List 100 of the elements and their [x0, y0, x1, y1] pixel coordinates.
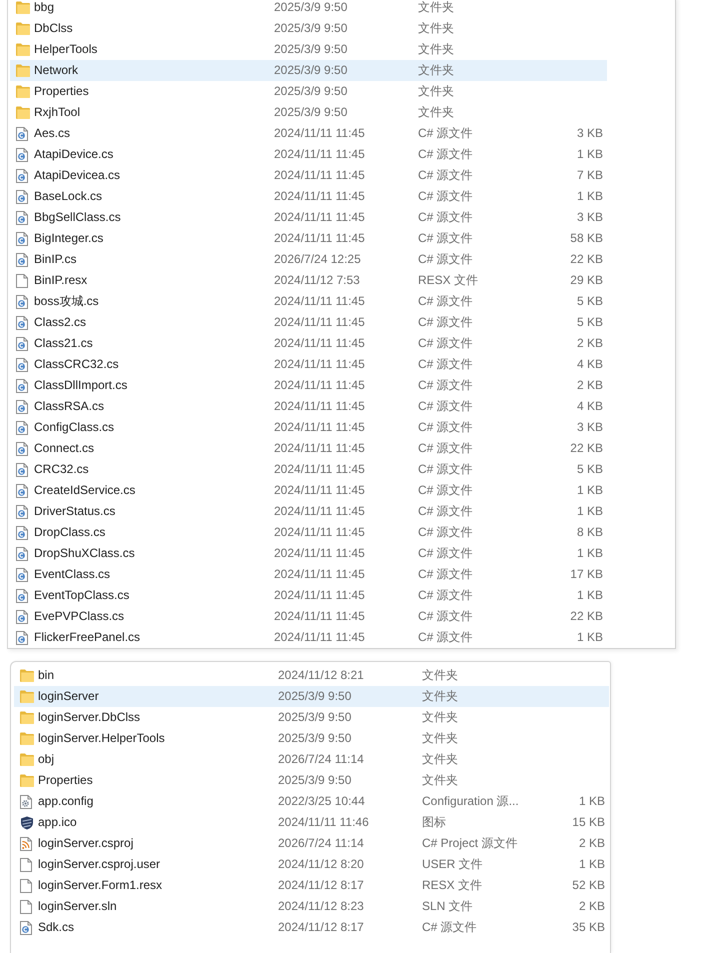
file-name: app.config [38, 793, 94, 810]
file-row[interactable]: loginServer.csproj.user 2024/11/12 8:20 USER 文件 1 KB [14, 854, 609, 875]
shield-icon [20, 816, 34, 830]
file-size: 2 KB [578, 835, 605, 852]
c-file-icon [16, 400, 28, 414]
file-type: 文件夹 [422, 772, 458, 789]
file-type: 文件夹 [418, 41, 454, 58]
file-row[interactable]: BinIP.cs 2026/7/24 12:25 C# 源文件 22 KB [10, 249, 607, 270]
c-file-icon [16, 420, 28, 434]
file-size: 1 KB [576, 503, 603, 520]
c-file-icon [16, 126, 28, 140]
file-size: 52 KB [572, 877, 605, 894]
folder-icon [16, 85, 30, 98]
file-row[interactable]: Class21.cs 2024/11/11 11:45 C# 源文件 2 KB [10, 333, 607, 354]
file-size: 5 KB [576, 461, 603, 478]
file-row[interactable]: BbgSellClass.cs 2024/11/11 11:45 C# 源文件 3 KB [10, 207, 607, 228]
c-file-icon [16, 378, 28, 392]
file-row[interactable]: Network 2025/3/9 9:50 文件夹 [10, 60, 607, 81]
file-row[interactable]: ConfigClass.cs 2024/11/11 11:45 C# 源文件 3 KB [10, 417, 607, 438]
file-name: Sdk.cs [38, 919, 74, 936]
file-row[interactable]: ClassRSA.cs 2024/11/11 11:45 C# 源文件 4 KB [10, 396, 607, 417]
folder-icon [20, 711, 34, 724]
modified-date: 2025/3/9 9:50 [274, 41, 348, 58]
file-row[interactable]: loginServer 2025/3/9 9:50 文件夹 [14, 686, 609, 707]
file-name: Class2.cs [34, 314, 86, 331]
file-row[interactable]: FlickerFreePanel.cs 2024/11/11 11:45 C# 源文件 1 KB [10, 627, 607, 648]
file-size: 58 KB [570, 230, 603, 247]
file-row[interactable]: EvePVPClass.cs 2024/11/11 11:45 C# 源文件 22 KB [10, 606, 607, 627]
modified-date: 2024/11/11 11:45 [274, 377, 365, 394]
file-row[interactable]: CreateIdService.cs 2024/11/11 11:45 C# 源文件 1 KB [10, 480, 607, 501]
file-size: 1 KB [576, 629, 603, 646]
file-name: DbClss [34, 20, 73, 37]
file-name: CRC32.cs [34, 461, 89, 478]
file-name: AtapiDevicea.cs [34, 167, 120, 184]
file-row[interactable]: loginServer.HelperTools 2025/3/9 9:50 文件夹 [14, 728, 609, 749]
file-row[interactable]: boss攻城.cs 2024/11/11 11:45 C# 源文件 5 KB [10, 291, 607, 312]
file-row[interactable]: BinIP.resx 2024/11/12 7:53 RESX 文件 29 KB [10, 270, 607, 291]
file-row[interactable]: loginServer.sln 2024/11/12 8:23 SLN 文件 2 KB [14, 896, 609, 917]
file-row[interactable]: DropShuXClass.cs 2024/11/11 11:45 C# 源文件 1 KB [10, 543, 607, 564]
modified-date: 2024/11/11 11:45 [274, 440, 365, 457]
file-row[interactable]: Class2.cs 2024/11/11 11:45 C# 源文件 5 KB [10, 312, 607, 333]
file-row[interactable]: DriverStatus.cs 2024/11/11 11:45 C# 源文件 1 KB [10, 501, 607, 522]
file-name: app.ico [38, 814, 77, 831]
modified-date: 2025/3/9 9:50 [278, 709, 352, 726]
modified-date: 2024/11/11 11:45 [274, 545, 365, 562]
file-row[interactable]: Aes.cs 2024/11/11 11:45 C# 源文件 3 KB [10, 123, 607, 144]
file-name: BinIP.cs [34, 251, 76, 268]
modified-date: 2024/11/12 8:23 [278, 898, 364, 915]
file-size: 4 KB [576, 356, 603, 373]
file-row[interactable]: BigInteger.cs 2024/11/11 11:45 C# 源文件 58 KB [10, 228, 607, 249]
file-name: HelperTools [34, 41, 98, 58]
file-row[interactable]: ClassDllImport.cs 2024/11/11 11:45 C# 源文件 2 KB [10, 375, 607, 396]
modified-date: 2025/3/9 9:50 [274, 104, 348, 121]
file-row[interactable]: RxjhTool 2025/3/9 9:50 文件夹 [10, 102, 607, 123]
c-file-icon [20, 920, 32, 934]
modified-date: 2024/11/11 11:45 [274, 398, 365, 415]
file-row[interactable]: AtapiDevicea.cs 2024/11/11 11:45 C# 源文件 7 KB [10, 165, 607, 186]
file-row[interactable]: EventTopClass.cs 2024/11/11 11:45 C# 源文件 1 KB [10, 585, 607, 606]
file-size: 22 KB [570, 251, 603, 268]
file-row[interactable]: loginServer.csproj 2026/7/24 11:14 C# Project 源文件 2 KB [14, 833, 609, 854]
file-name: Class21.cs [34, 335, 93, 352]
file-size: 22 KB [570, 440, 603, 457]
file-row[interactable]: app.ico 2024/11/11 11:46 图标 15 KB [14, 812, 609, 833]
blank-file-icon [20, 858, 32, 872]
modified-date: 2024/11/11 11:45 [274, 608, 365, 625]
file-row[interactable]: Properties 2025/3/9 9:50 文件夹 [10, 81, 607, 102]
file-type: C# 源文件 [418, 167, 473, 184]
file-row[interactable]: Connect.cs 2024/11/11 11:45 C# 源文件 22 KB [10, 438, 607, 459]
file-row[interactable]: ClassCRC32.cs 2024/11/11 11:45 C# 源文件 4 KB [10, 354, 607, 375]
file-row[interactable]: HelperTools 2025/3/9 9:50 文件夹 [10, 39, 607, 60]
file-row[interactable]: EventClass.cs 2024/11/11 11:45 C# 源文件 17 KB [10, 564, 607, 585]
file-type: C# 源文件 [418, 608, 473, 625]
file-row[interactable]: loginServer.DbClss 2025/3/9 9:50 文件夹 [14, 707, 609, 728]
file-row[interactable]: DropClass.cs 2024/11/11 11:45 C# 源文件 8 KB [10, 522, 607, 543]
file-row[interactable]: Sdk.cs 2024/11/12 8:17 C# 源文件 35 KB [14, 917, 609, 938]
file-row[interactable]: bbg 2025/3/9 9:50 文件夹 [10, 0, 607, 18]
file-row[interactable]: BaseLock.cs 2024/11/11 11:45 C# 源文件 1 KB [10, 186, 607, 207]
file-row[interactable]: Properties 2025/3/9 9:50 文件夹 [14, 770, 609, 791]
modified-date: 2024/11/11 11:45 [274, 167, 365, 184]
file-name: Properties [38, 772, 93, 789]
file-row[interactable]: AtapiDevice.cs 2024/11/11 11:45 C# 源文件 1 KB [10, 144, 607, 165]
file-row[interactable]: CRC32.cs 2024/11/11 11:45 C# 源文件 5 KB [10, 459, 607, 480]
blank-file-icon [16, 274, 28, 288]
file-row[interactable]: loginServer.Form1.resx 2024/11/12 8:17 RESX 文件 52 KB [14, 875, 609, 896]
file-row[interactable]: obj 2026/7/24 11:14 文件夹 [14, 749, 609, 770]
file-name: Connect.cs [34, 440, 94, 457]
file-row[interactable]: bin 2024/11/12 8:21 文件夹 [14, 665, 609, 686]
file-name: DropShuXClass.cs [34, 545, 135, 562]
modified-date: 2024/11/12 8:17 [278, 919, 364, 936]
file-type: 文件夹 [418, 20, 454, 37]
modified-date: 2025/3/9 9:50 [274, 0, 348, 16]
file-row[interactable]: DbClss 2025/3/9 9:50 文件夹 [10, 18, 607, 39]
file-type: 文件夹 [422, 667, 458, 684]
c-file-icon [16, 462, 28, 476]
file-row[interactable]: app.config 2022/3/25 10:44 Configuration 源... 1 KB [14, 791, 609, 812]
modified-date: 2026/7/24 12:25 [274, 251, 361, 268]
file-name: boss攻城.cs [34, 293, 99, 310]
file-type: C# Project 源文件 [422, 835, 518, 852]
file-name: Network [34, 62, 78, 79]
modified-date: 2024/11/11 11:45 [274, 629, 365, 646]
